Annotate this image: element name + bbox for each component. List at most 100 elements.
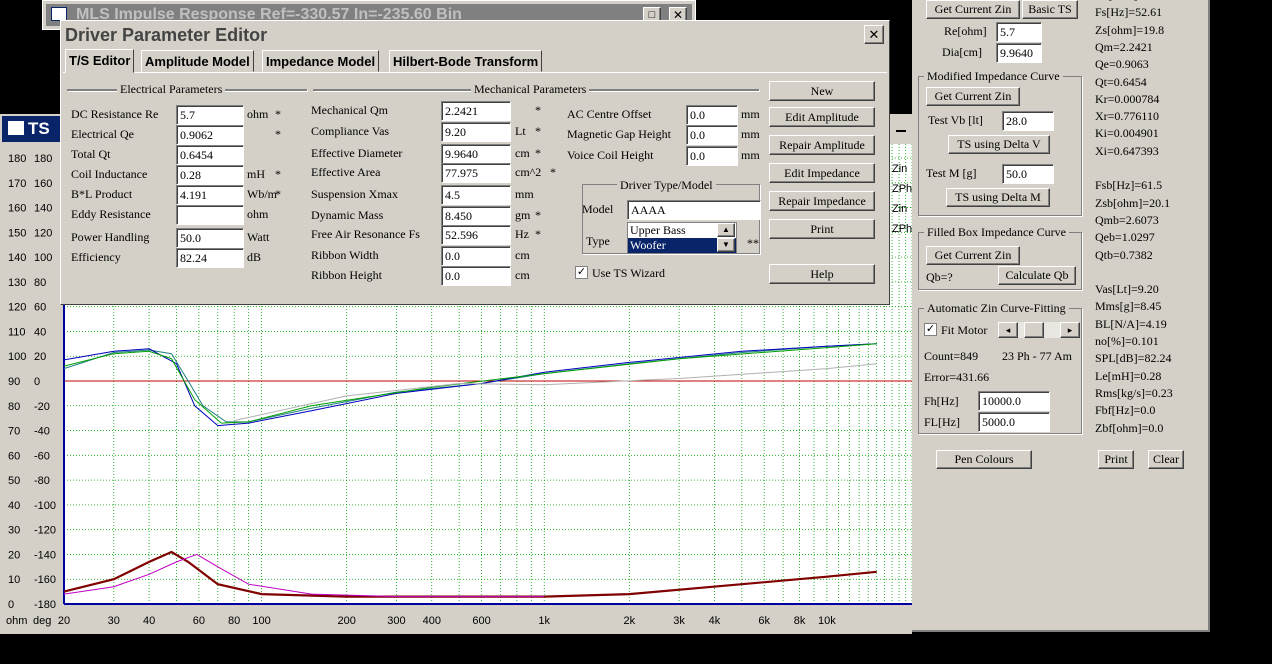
type-scroll-up-icon[interactable]: ▲ <box>717 223 735 237</box>
gap-param-input[interactable]: 0.0 <box>686 125 738 145</box>
freq-tick-label: 100 <box>252 615 270 627</box>
tab-hilbert-bode[interactable]: Hilbert-Bode Transform <box>389 50 543 72</box>
re-input[interactable]: 5.7 <box>996 22 1042 42</box>
mechanical-param-unit: cm^2 <box>515 165 542 179</box>
new-button[interactable]: New <box>769 81 875 101</box>
electrical-group-title: Electrical Parameters <box>117 82 226 97</box>
tab-ts-editor[interactable]: T/S Editor <box>65 49 135 73</box>
ts-result-value: Mms[g]=8.45 <box>1095 299 1162 314</box>
mechanical-param-input[interactable]: 0.0 <box>441 266 511 286</box>
legend-tag: Zin <box>892 203 907 215</box>
ts-delta-m-button[interactable]: TS using Delta M <box>946 188 1050 207</box>
edit-amplitude-button[interactable]: Edit Amplitude <box>769 107 875 127</box>
model-label: Model <box>582 202 614 216</box>
gap-param-input[interactable]: 0.0 <box>686 105 738 125</box>
freq-tick-label: 80 <box>228 615 240 627</box>
count-text: Count=849 <box>924 349 979 363</box>
deg-tick-label: 100 <box>34 252 52 264</box>
electrical-param-label: B*L Product <box>71 187 133 201</box>
freq-tick-label: 20 <box>58 615 70 627</box>
dialog-close-icon[interactable]: ✕ <box>864 25 884 44</box>
fl-input[interactable]: 5000.0 <box>978 412 1050 432</box>
m-label: Test M [g] <box>926 166 977 180</box>
ts-result-value: Qe=0.9063 <box>1095 57 1149 72</box>
electrical-param-input[interactable]: 0.6454 <box>176 145 244 165</box>
electrical-param-label: Total Qt <box>71 147 111 161</box>
deg-tick-label: -180 <box>34 599 56 611</box>
modified-impedance-title: Modified Impedance Curve <box>924 69 1063 84</box>
print-button[interactable]: Print <box>1098 450 1134 469</box>
vb-input[interactable]: 28.0 <box>1002 111 1054 131</box>
fit-motor-checkbox[interactable]: ✓ <box>924 323 937 336</box>
driver-parameter-editor-dialog: Driver Parameter Editor ✕ T/S Editor Amp… <box>60 20 890 305</box>
calculate-qb-button[interactable]: Calculate Qb <box>998 266 1076 285</box>
tab-panel-border <box>63 72 887 73</box>
mechanical-param-input[interactable]: 2.2421 <box>441 101 511 121</box>
mechanical-param-input[interactable]: 0.0 <box>441 246 511 266</box>
tab-amplitude-model[interactable]: Amplitude Model <box>141 50 254 72</box>
electrical-param-input[interactable]: 5.7 <box>176 105 244 125</box>
electrical-param-label: Power Handling <box>71 230 150 244</box>
edit-impedance-button[interactable]: Edit Impedance <box>769 163 875 183</box>
required-mark: * <box>535 146 541 160</box>
scroll-right-button[interactable]: ▸ <box>1060 322 1080 338</box>
ts-result-value: Kr=0.000784 <box>1095 91 1160 106</box>
model-input[interactable]: AAAA <box>627 200 761 220</box>
fl-label: FL[Hz] <box>924 415 960 429</box>
ts-result-value: Rms[kg/s]=0.23 <box>1095 385 1173 400</box>
fh-input[interactable]: 10000.0 <box>978 391 1050 411</box>
ts-result-value: Zs[ohm]=19.8 <box>1095 22 1165 37</box>
ohm-tick-label: 10 <box>8 574 20 586</box>
dia-input[interactable]: 9.9640 <box>996 43 1042 63</box>
mechanical-param-unit: gm <box>515 208 531 222</box>
mechanical-param-input[interactable]: 4.5 <box>441 185 511 205</box>
ts-delta-v-button[interactable]: TS using Delta V <box>948 135 1050 154</box>
mechanical-param-input[interactable]: 9.9640 <box>441 144 511 164</box>
freq-tick-label: 1k <box>538 615 550 627</box>
modified-get-zin-button[interactable]: Get Current Zin <box>926 87 1020 106</box>
electrical-param-input[interactable]: 0.28 <box>176 165 244 185</box>
ts-result-value: Fbf[Hz]=0.0 <box>1095 403 1156 418</box>
dialog-title[interactable]: Driver Parameter Editor <box>63 23 887 47</box>
electrical-param-input[interactable]: 82.24 <box>176 248 244 268</box>
ohm-tick-label: 120 <box>8 302 26 314</box>
ohm-tick-label: 180 <box>8 153 26 165</box>
mechanical-param-input[interactable]: 9.20 <box>441 122 511 142</box>
legend-tag: ZPh <box>892 223 912 235</box>
freq-tick-label: 4k <box>709 615 721 627</box>
tab-impedance-model[interactable]: Impedance Model <box>262 50 380 72</box>
m-input[interactable]: 50.0 <box>1002 164 1054 184</box>
help-button[interactable]: Help <box>769 264 875 284</box>
electrical-param-input[interactable]: 4.191 <box>176 185 244 205</box>
freq-tick-label: 3k <box>673 615 685 627</box>
electrical-param-unit: mH <box>247 167 265 181</box>
electrical-param-input[interactable]: 0.9062 <box>176 125 244 145</box>
ts-result-value: Vas[Lt]=9.20 <box>1095 282 1159 297</box>
mechanical-param-input[interactable]: 8.450 <box>441 206 511 226</box>
scroll-left-button[interactable]: ◂ <box>998 322 1018 338</box>
ts-result-value: Fsb[Hz]=61.5 <box>1095 178 1163 193</box>
deg-tick-label: 20 <box>34 351 46 363</box>
ts-result-value: Qeb=1.0297 <box>1095 230 1155 245</box>
freq-tick-label: 600 <box>472 615 490 627</box>
gap-param-label: Magnetic Gap Height <box>567 127 671 141</box>
scroll-thumb[interactable] <box>1024 322 1044 338</box>
mechanical-param-input[interactable]: 77.975 <box>441 163 511 183</box>
electrical-param-input[interactable]: 50.0 <box>176 228 244 248</box>
auto-fit-title: Automatic Zin Curve-Fitting <box>924 301 1069 316</box>
required-mark: * <box>535 227 541 241</box>
print-dialog-button[interactable]: Print <box>769 219 875 239</box>
clear-button[interactable]: Clear <box>1148 450 1184 469</box>
filled-get-zin-button[interactable]: Get Current Zin <box>926 246 1020 265</box>
repair-amplitude-button[interactable]: Repair Amplitude <box>769 135 875 155</box>
mechanical-param-input[interactable]: 52.596 <box>441 225 511 245</box>
electrical-param-unit: Wb/m <box>247 187 277 201</box>
gap-param-input[interactable]: 0.0 <box>686 146 738 166</box>
use-ts-wizard-checkbox[interactable]: ✓ <box>575 266 588 279</box>
pen-colours-button[interactable]: Pen Colours <box>936 450 1032 469</box>
type-scroll-down-icon[interactable]: ▼ <box>717 238 735 252</box>
repair-impedance-button[interactable]: Repair Impedance <box>769 191 875 211</box>
electrical-param-input[interactable] <box>176 205 244 225</box>
get-current-zin-button[interactable]: Get Current Zin <box>926 0 1020 19</box>
basic-ts-button[interactable]: Basic TS <box>1022 0 1078 19</box>
